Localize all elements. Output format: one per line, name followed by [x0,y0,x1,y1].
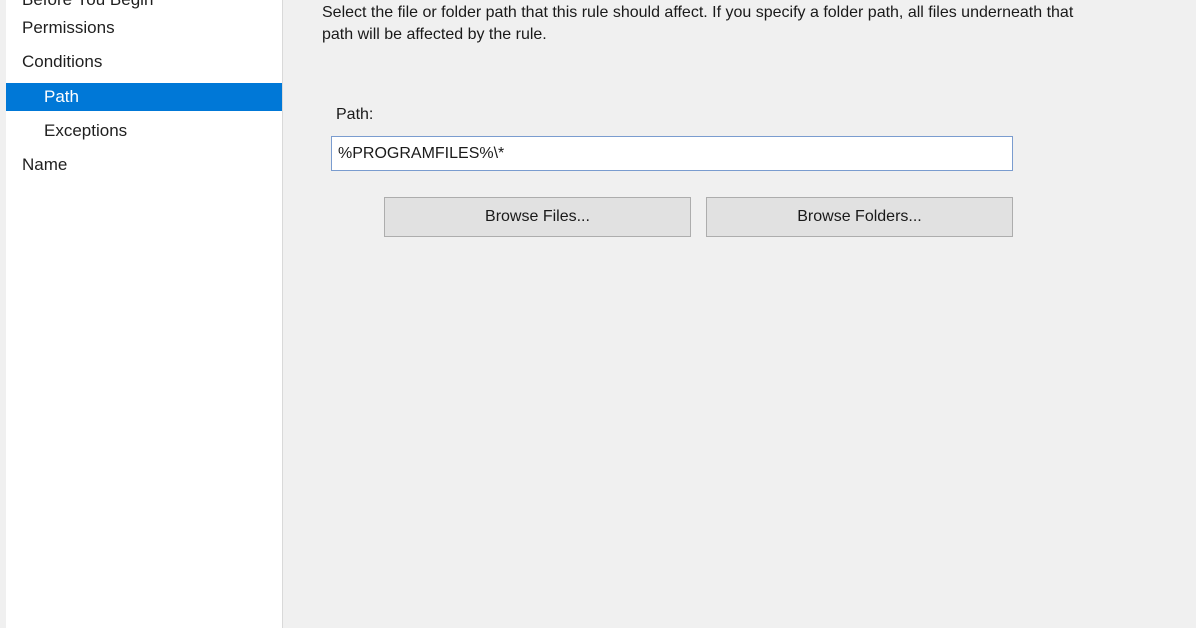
sidebar-item-label: Exceptions [44,121,128,140]
sidebar-item-exceptions[interactable]: Exceptions [6,117,282,145]
sidebar-item-label: Path [44,87,79,106]
sidebar-item-permissions[interactable]: Permissions [6,14,282,42]
step-description: Select the file or folder path that this… [322,4,1074,43]
browse-folders-button[interactable]: Browse Folders... [706,197,1013,237]
sidebar-item-label: Permissions [22,18,115,37]
wizard-steps-sidebar: Before You Begin Permissions Conditions … [6,0,283,628]
sidebar-item-path[interactable]: Path [6,83,282,111]
path-step-panel: Select the file or folder path that this… [284,0,1196,628]
path-input[interactable] [331,136,1013,171]
path-label: Path: [336,106,374,123]
browse-files-button[interactable]: Browse Files... [384,197,691,237]
sidebar-item-label: Name [22,155,68,174]
sidebar-item-label: Conditions [22,52,103,71]
sidebar-item-label: Before You Begin [22,0,153,14]
rule-wizard-window: Before You Begin Permissions Conditions … [0,0,1196,628]
sidebar-item-conditions[interactable]: Conditions [6,48,282,76]
sidebar-item-name[interactable]: Name [6,151,282,179]
sidebar-item-before-you-begin[interactable]: Before You Begin [6,0,282,14]
